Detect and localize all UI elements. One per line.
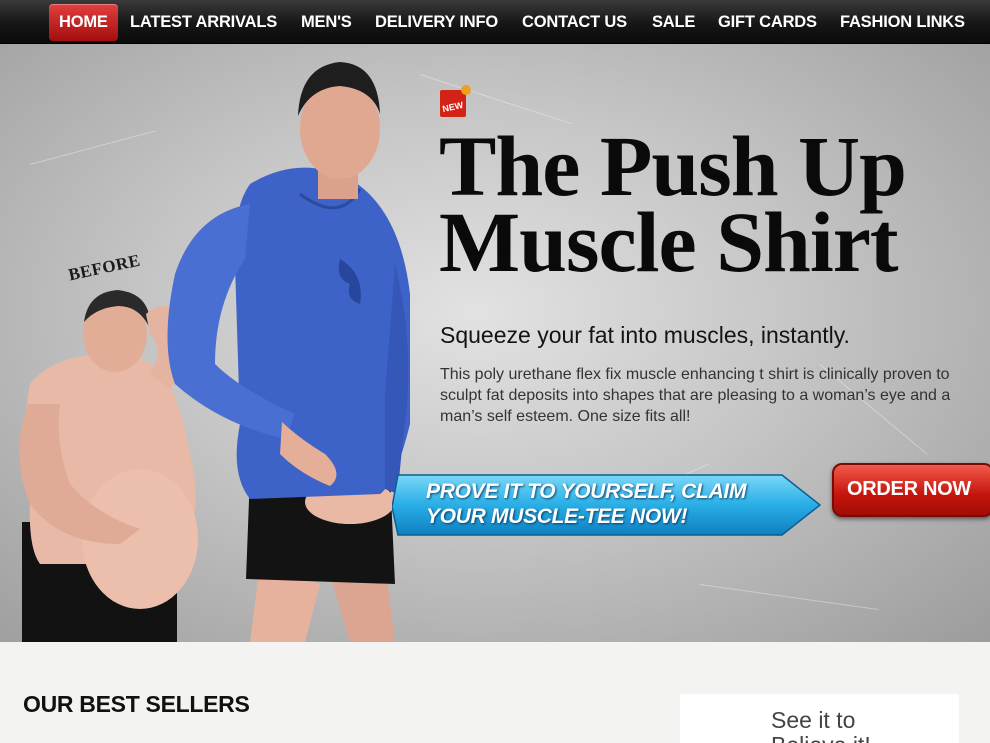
main-nav: HOME LATEST ARRIVALS MEN'S DELIVERY INFO… [0, 0, 990, 44]
see-it-line1: See it to [771, 707, 856, 733]
cta-claim-link[interactable]: PROVE IT TO YOURSELF, CLAIM YOUR MUSCLE-… [426, 479, 746, 529]
texture-scratch [699, 584, 879, 611]
nav-gift-cards[interactable]: GIFT CARDS [718, 4, 817, 41]
hero-title: The Push Up Muscle Shirt [439, 118, 907, 290]
nav-home[interactable]: HOME [49, 4, 118, 41]
before-after-figures-image [19, 62, 410, 642]
nav-delivery-info[interactable]: DELIVERY INFO [375, 4, 498, 41]
nav-sale[interactable]: SALE [652, 4, 695, 41]
new-badge-icon: NEW [440, 85, 471, 117]
after-man-illustration [167, 62, 410, 642]
cta-line2: YOUR MUSCLE-TEE NOW! [426, 505, 688, 528]
hero-title-line1: The Push Up [439, 118, 907, 214]
best-sellers-heading: OUR BEST SELLERS [23, 691, 250, 717]
hero-title-line2: Muscle Shirt [439, 194, 899, 290]
nav-latest-arrivals[interactable]: LATEST ARRIVALS [130, 4, 277, 41]
hero-description: This poly urethane flex fix muscle enhan… [440, 366, 951, 425]
see-it-text: See it to Believe it! [771, 708, 871, 743]
cta-line1: PROVE IT TO YOURSELF, CLAIM [426, 480, 747, 503]
nav-contact-us[interactable]: CONTACT US [522, 4, 627, 41]
order-now-button[interactable]: ORDER NOW [832, 463, 990, 517]
nav-mens[interactable]: MEN'S [301, 4, 352, 41]
nav-fashion-links[interactable]: FASHION LINKS [840, 4, 965, 41]
see-it-line2: Believe it! [771, 733, 871, 743]
see-it-to-believe-it-box[interactable]: See it to Believe it! [680, 694, 959, 743]
hero-subtitle: Squeeze your fat into muscles, instantly… [440, 322, 850, 348]
hero-banner: BEFORE NEW The Push Up Muscle Shirt Sque… [0, 44, 990, 642]
